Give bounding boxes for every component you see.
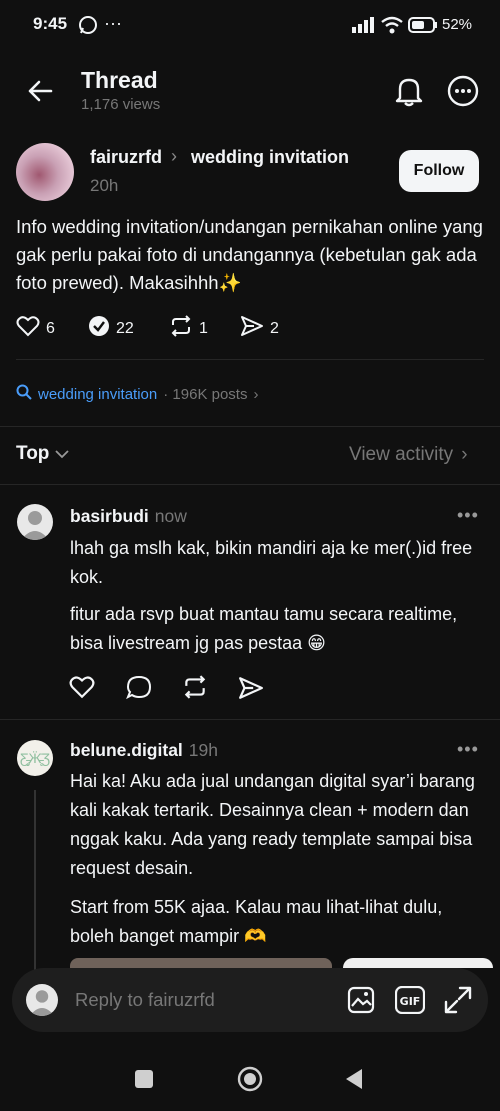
svg-text:GIF: GIF [400,995,421,1008]
repost-icon[interactable] [182,675,208,704]
post-topic[interactable]: wedding invitation [191,147,349,168]
wifi-icon [380,16,404,39]
post-author-name[interactable]: fairuzrfd [90,147,162,168]
reply-text: Start from 55K ajaa. Kalau mau lihat-lih… [70,897,443,946]
share-count: 2 [270,319,279,337]
comment-icon[interactable] [126,675,152,706]
post-time: 20h [90,176,119,195]
send-icon [240,315,264,342]
reply-time: 19h [188,740,218,760]
butterfly-logo-icon: Ƹ̵̡Ӝ̵̨̄Ʒ [19,750,51,766]
like-button[interactable]: 6 [16,315,55,342]
view-activity-label: View activity [349,444,454,465]
reply-time: now [154,506,187,526]
like-count: 6 [46,319,55,337]
signal-icon [352,17,374,38]
image-preview[interactable] [343,958,493,968]
divider [0,719,500,720]
more-options-icon[interactable]: ••• [457,505,479,526]
verified-check-icon [88,315,110,342]
chevron-right-icon: › [171,146,177,166]
page-title: Thread [81,67,158,93]
recents-button[interactable] [135,1070,153,1088]
notification-dots-icon: ··· [104,13,122,33]
reply-input[interactable]: Reply to fairuzrfd [75,989,215,1011]
chevron-right-icon: › [461,444,468,465]
image-icon[interactable] [347,986,375,1019]
reply-header: basirbudi now [70,506,187,527]
divider [0,484,500,485]
send-icon[interactable] [238,676,264,705]
quote-count: 22 [116,319,134,337]
reply-text: Hai ka! Aku ada jual undangan digital sy… [70,771,475,878]
divider [16,359,484,360]
post-text: Info wedding invitation/undangan pernika… [16,216,483,293]
repost-icon [169,315,193,342]
topic-tag-name: wedding invitation [38,385,158,403]
avatar [26,984,58,1016]
chevron-right-icon: › [253,385,259,403]
more-options-icon[interactable] [447,75,479,112]
gif-icon[interactable]: GIF [394,985,426,1019]
avatar[interactable] [17,504,53,540]
reply-author[interactable]: basirbudi [70,506,149,527]
quotes-button[interactable]: 22 [88,315,134,342]
reply-text: fitur ada rsvp buat mantau tamu secara r… [70,604,458,653]
reply-text: lhah ga mslh kak, bikin mandiri aja ke m… [70,538,473,587]
search-icon [16,384,32,404]
image-preview[interactable] [70,958,332,968]
divider [0,426,500,427]
reply-author[interactable]: belune.digital [70,740,183,761]
whatsapp-icon [78,15,98,40]
status-time: 9:45 [33,14,68,33]
follow-button[interactable]: Follow [399,150,479,192]
view-activity-link[interactable]: View activity › [349,444,468,466]
expand-icon[interactable] [444,986,472,1019]
repost-button[interactable]: 1 [169,315,208,342]
sort-dropdown[interactable]: Top [16,443,70,465]
post-author-avatar[interactable] [16,143,74,201]
chevron-down-icon [55,443,70,465]
avatar[interactable]: Ƹ̵̡Ӝ̵̨̄Ʒ [17,740,53,776]
battery-percent: 52% [442,16,473,33]
back-button[interactable] [344,1068,364,1095]
battery-icon [408,17,438,38]
thread-line [34,790,36,970]
topic-tag-link[interactable]: wedding invitation · 196K posts › [16,384,258,404]
share-button[interactable]: 2 [240,315,279,342]
bell-icon[interactable] [394,75,424,112]
sort-label: Top [16,443,50,464]
heart-icon [16,315,40,342]
reply-header: belune.digital 19h [70,740,218,761]
back-arrow-icon[interactable] [27,78,53,109]
more-options-icon[interactable]: ••• [457,739,479,760]
heart-icon[interactable] [69,675,95,704]
home-button[interactable] [237,1066,263,1097]
repost-count: 1 [199,319,208,337]
topic-tag-count: · 196K posts [163,385,248,403]
view-count: 1,176 views [81,96,161,113]
